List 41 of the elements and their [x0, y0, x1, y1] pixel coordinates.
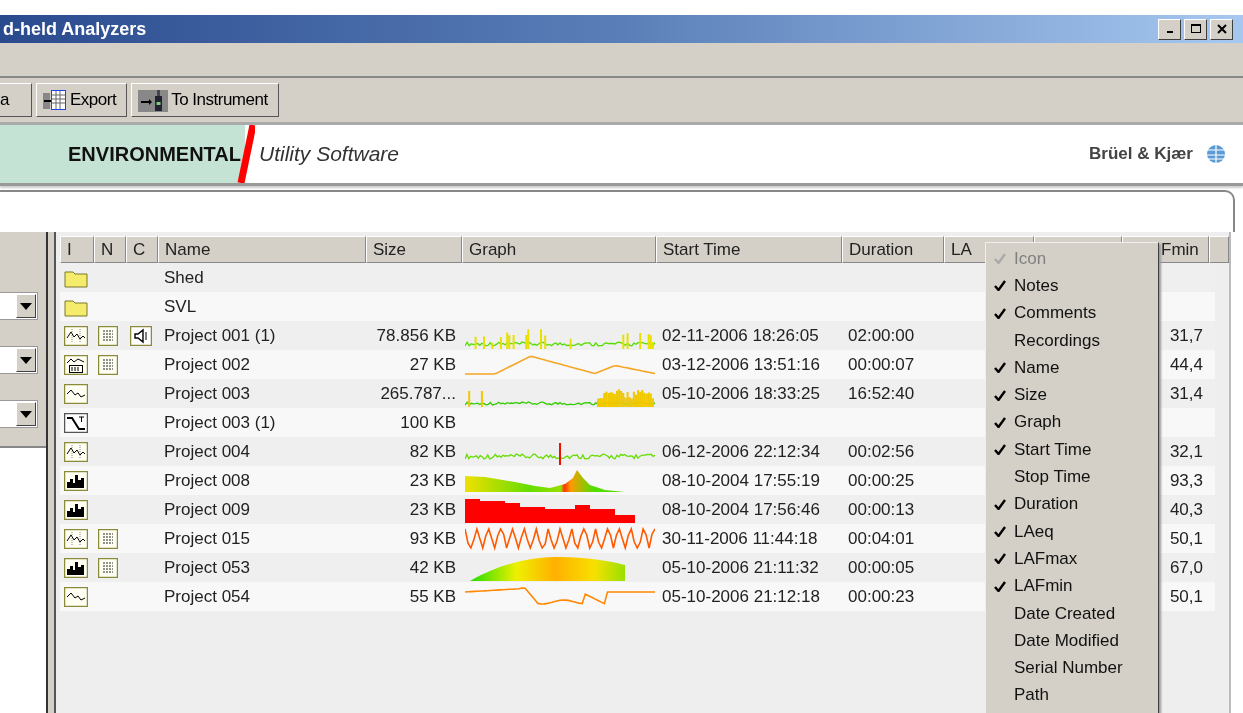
start-time-cell: 08-10-2004 17:55:19	[662, 470, 820, 491]
duration-cell: 16:52:40	[848, 383, 915, 404]
duration-cell: 00:00:23	[848, 586, 915, 607]
start-time-cell: 30-11-2006 11:44:18	[662, 528, 818, 549]
lafmin-cell: 44,4	[1169, 354, 1203, 375]
start-time-cell: 02-11-2006 18:26:05	[662, 325, 819, 346]
start-time-cell: 05-10-2006 21:11:32	[662, 557, 819, 578]
product-subtitle: Utility Software	[259, 142, 401, 166]
size-cell: 55 KB	[409, 586, 456, 607]
lafmin-cell: 93,3	[1169, 470, 1203, 491]
start-time-cell: 03-12-2006 13:51:16	[662, 354, 820, 375]
start-time-cell: 06-12-2006 22:12:34	[662, 441, 820, 462]
duration-cell: 00:00:25	[848, 470, 915, 491]
lafmin-cell: 40,3	[1169, 499, 1203, 520]
brand-name: Brüel & Kjær	[1089, 144, 1193, 164]
start-time-cell: 08-10-2004 17:56:46	[662, 499, 820, 520]
start-time-cell: 05-10-2006 18:33:25	[662, 383, 820, 404]
duration-cell: 00:00:05	[848, 557, 915, 578]
start-time-cell: 05-10-2006 21:12:18	[662, 586, 820, 607]
duration-cell: 00:02:56	[848, 441, 915, 462]
size-cell: 27 KB	[409, 354, 456, 375]
duration-cell: 00:00:07	[848, 354, 915, 375]
product-name: ENVIRONMENTAL	[68, 142, 241, 166]
lafmin-cell: 50,1	[1169, 528, 1203, 549]
lafmin-cell: 67,0	[1169, 557, 1203, 578]
window-title: d-held Analyzers	[3, 18, 147, 40]
size-cell: 42 KB	[409, 557, 456, 578]
size-cell: 93 KB	[409, 528, 456, 549]
lafmin-cell: 31,7	[1169, 325, 1203, 346]
lafmin-cell: 31,4	[1169, 383, 1203, 404]
lafmin-cell: 50,1	[1169, 586, 1203, 607]
duration-cell: 00:04:01	[848, 528, 915, 549]
size-cell: 100 KB	[400, 412, 456, 433]
size-cell: 23 KB	[409, 470, 456, 491]
size-cell: 78.856 KB	[376, 325, 456, 346]
size-cell: 23 KB	[409, 499, 456, 520]
lafmin-cell: 32,1	[1169, 441, 1203, 462]
duration-cell: 00:00:13	[848, 499, 915, 520]
duration-cell: 02:00:00	[848, 325, 915, 346]
size-cell: 265.787...	[380, 383, 456, 404]
size-cell: 82 KB	[409, 441, 456, 462]
